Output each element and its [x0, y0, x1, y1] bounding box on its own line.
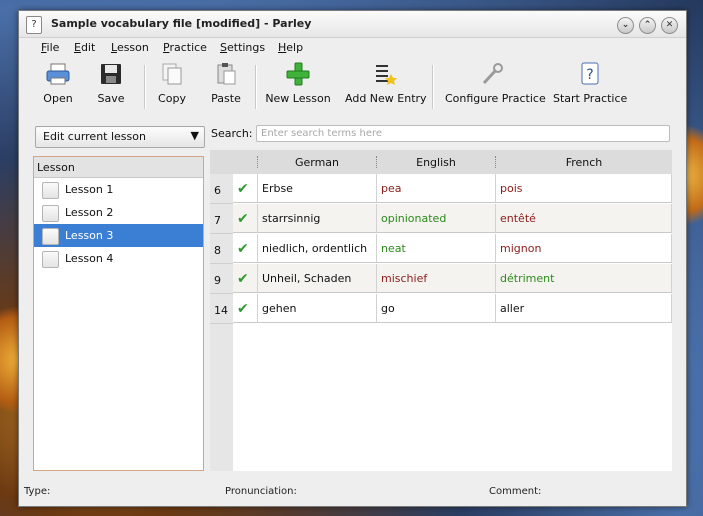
menu-file[interactable]: File [41, 41, 59, 54]
copy-icon [162, 63, 182, 85]
add-new-entry-button[interactable]: Add New Entry [345, 61, 427, 111]
maximize-button[interactable]: ⌃ [639, 17, 656, 34]
menu-bar: File Edit Lesson Practice Settings Help [19, 38, 686, 58]
floppy-disk-icon [101, 64, 121, 84]
french-cell[interactable]: détriment [496, 264, 672, 293]
configure-practice-button[interactable]: Configure Practice [445, 61, 546, 111]
active-cell[interactable]: ✔ [233, 294, 258, 323]
table-row[interactable]: 7 ✔ starrsinnig opinionated entêté [210, 204, 672, 234]
german-cell[interactable]: gehen [258, 294, 377, 323]
toolbar-separator [144, 65, 146, 109]
search-input[interactable] [256, 125, 670, 142]
parley-app-icon[interactable]: ? [26, 16, 42, 34]
toolbar-separator [432, 65, 434, 109]
german-cell[interactable]: niedlich, ordentlich [258, 234, 377, 263]
lesson-checkbox[interactable] [42, 228, 59, 245]
parley-window: ? Sample vocabulary file [modified] - Pa… [18, 10, 687, 507]
svg-text:?: ? [586, 67, 593, 83]
table-row[interactable]: 6 ✔ Erbse pea pois [210, 174, 672, 204]
pronunciation-label: Pronunciation: [225, 486, 297, 497]
status-bar: Type: Pronunciation: Comment: [19, 481, 686, 503]
copy-button[interactable]: Copy [147, 61, 197, 111]
german-cell[interactable]: Unheil, Schaden [258, 264, 377, 293]
row-number[interactable]: 14 [210, 294, 233, 324]
plus-icon [286, 62, 310, 86]
active-cell[interactable]: ✔ [233, 204, 258, 233]
toolbar-separator [255, 65, 257, 109]
german-cell[interactable]: starrsinnig [258, 204, 377, 233]
english-cell[interactable]: pea [377, 174, 496, 203]
minimize-button[interactable]: ⌄ [617, 17, 634, 34]
lesson-list-header[interactable]: Lesson [34, 157, 203, 178]
row-number[interactable]: 6 [210, 174, 233, 204]
close-button[interactable]: ✕ [661, 17, 678, 34]
lesson-checkbox[interactable] [42, 251, 59, 268]
lesson-checkbox[interactable] [42, 182, 59, 199]
window-title: Sample vocabulary file [modified] - Parl… [51, 17, 312, 30]
french-cell[interactable]: entêté [496, 204, 672, 233]
column-header-french[interactable]: French [496, 156, 672, 169]
checkmark-icon: ✔ [237, 211, 249, 227]
column-header-german[interactable]: German [258, 156, 376, 169]
question-card-icon: ? [581, 62, 599, 85]
active-cell[interactable]: ✔ [233, 174, 258, 203]
new-lesson-button[interactable]: New Lesson [265, 61, 331, 111]
checkmark-icon: ✔ [237, 271, 249, 287]
lesson-checkbox[interactable] [42, 205, 59, 222]
column-header-english[interactable]: English [377, 156, 495, 169]
start-practice-button[interactable]: ? Start Practice [553, 61, 627, 111]
printer-open-icon [46, 63, 70, 85]
search-label: Search: [211, 127, 253, 140]
add-entry-icon [376, 65, 397, 85]
english-cell[interactable]: neat [377, 234, 496, 263]
active-cell[interactable]: ✔ [233, 264, 258, 293]
table-row[interactable]: 14 ✔ gehen go aller [210, 294, 672, 324]
comment-label: Comment: [489, 486, 542, 497]
menu-lesson[interactable]: Lesson [111, 41, 149, 54]
paste-button[interactable]: Paste [201, 61, 251, 111]
triangle-down-icon: ▼ [190, 129, 199, 142]
lesson-item[interactable]: Lesson 4 [34, 247, 203, 270]
checkmark-icon: ✔ [237, 181, 249, 197]
french-cell[interactable]: mignon [496, 234, 672, 263]
checkmark-icon: ✔ [237, 241, 249, 257]
lesson-item[interactable]: Lesson 1 [34, 178, 203, 201]
active-cell[interactable]: ✔ [233, 234, 258, 263]
lesson-mode-select[interactable]: Edit current lesson ▼ [35, 126, 205, 148]
lesson-item[interactable]: Lesson 2 [34, 201, 203, 224]
row-number[interactable]: 8 [210, 234, 233, 264]
english-cell[interactable]: go [377, 294, 496, 323]
checkmark-icon: ✔ [237, 301, 249, 317]
menu-practice[interactable]: Practice [163, 41, 207, 54]
main-toolbar: Open Save Copy Paste New Lesson Add New … [19, 59, 686, 113]
french-cell[interactable]: aller [496, 294, 672, 323]
table-header: German English French [210, 150, 672, 175]
row-number[interactable]: 9 [210, 264, 233, 294]
open-button[interactable]: Open [33, 61, 83, 111]
title-bar[interactable]: ? Sample vocabulary file [modified] - Pa… [19, 11, 686, 38]
type-label: Type: [24, 486, 51, 497]
table-row[interactable]: 8 ✔ niedlich, ordentlich neat mignon [210, 234, 672, 264]
menu-settings[interactable]: Settings [220, 41, 265, 54]
menu-edit[interactable]: Edit [74, 41, 95, 54]
lesson-list: Lesson Lesson 1 Lesson 2 Lesson 3 Lesson… [33, 156, 204, 471]
french-cell[interactable]: pois [496, 174, 672, 203]
menu-help[interactable]: Help [278, 41, 303, 54]
save-button[interactable]: Save [86, 61, 136, 111]
paste-icon [217, 63, 236, 85]
wrench-icon [482, 63, 503, 85]
lesson-item-selected[interactable]: Lesson 3 [34, 224, 203, 247]
english-cell[interactable]: mischief [377, 264, 496, 293]
vocabulary-table: German English French 6 ✔ Erbse pea pois… [210, 150, 672, 471]
english-cell[interactable]: opinionated [377, 204, 496, 233]
table-row[interactable]: 9 ✔ Unheil, Schaden mischief détriment [210, 264, 672, 294]
german-cell[interactable]: Erbse [258, 174, 377, 203]
row-number[interactable]: 7 [210, 204, 233, 234]
